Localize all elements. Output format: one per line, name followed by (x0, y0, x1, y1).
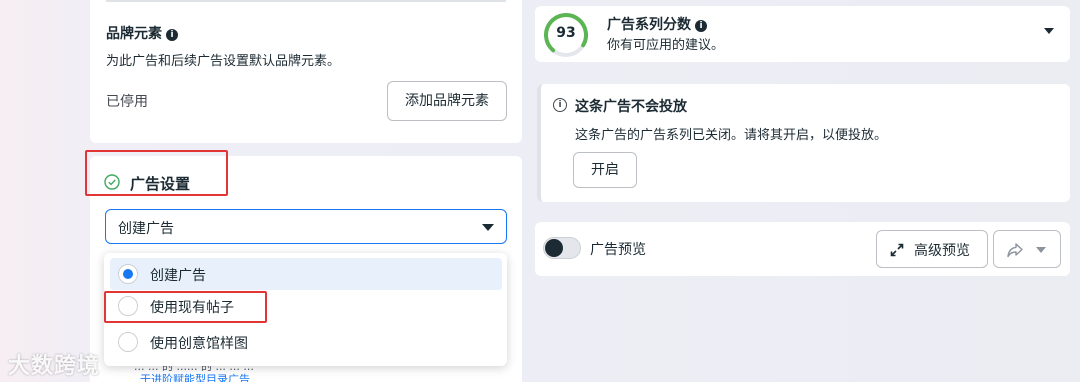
highlight-box-existing-post (104, 291, 267, 323)
ad-preview-bar: 广告预览 高级预览 (535, 222, 1070, 276)
advanced-preview-label: 高级预览 (914, 243, 970, 259)
chevron-down-icon (1036, 247, 1046, 253)
info-icon[interactable]: i (695, 20, 707, 32)
brand-elements-status: 已停用 (106, 94, 148, 110)
option-use-creative-hub-mockup[interactable]: 使用创意馆样图 (110, 326, 502, 358)
chevron-down-icon (482, 224, 494, 231)
radio-button[interactable] (118, 264, 138, 284)
campaign-score-card[interactable]: 93 广告系列分数 i 你有可应用的建议。 (535, 6, 1070, 62)
highlight-box-ad-settings (85, 150, 228, 196)
info-icon[interactable]: i (166, 29, 178, 41)
brand-elements-card: 品牌元素 i 为此广告和后续广告设置默认品牌元素。 已停用 添加品牌元素 (90, 0, 522, 143)
ad-setup-select[interactable]: 创建广告 (105, 209, 507, 244)
add-brand-elements-button[interactable]: 添加品牌元素 (387, 81, 507, 121)
campaign-score-value: 93 (556, 25, 576, 41)
option-label: 使用创意馆样图 (150, 336, 248, 352)
watermark-logo: 大数跨境 (8, 354, 101, 379)
expand-icon (890, 243, 904, 257)
truncated-help-link[interactable]: 于进阶赋能型目录广告 (140, 371, 250, 382)
advanced-preview-button[interactable]: 高级预览 (876, 230, 988, 268)
chevron-down-icon[interactable] (1044, 28, 1054, 34)
divider (106, 0, 506, 2)
option-label: 创建广告 (150, 268, 206, 284)
share-menu-button[interactable] (993, 230, 1061, 268)
alert-title: 这条广告不会投放 (575, 99, 687, 115)
share-icon (1007, 243, 1023, 258)
campaign-score-title-text: 广告系列分数 (607, 17, 691, 33)
alert-description: 这条广告的广告系列已关闭。请将其开启，以便投放。 (575, 128, 888, 143)
option-create-ad[interactable]: 创建广告 (110, 258, 502, 290)
info-icon: i (553, 98, 567, 112)
radio-button[interactable] (118, 332, 138, 352)
campaign-score-subtitle: 你有可应用的建议。 (607, 38, 725, 53)
enable-button[interactable]: 开启 (573, 152, 637, 188)
ad-setup-select-value: 创建广告 (118, 221, 174, 237)
campaign-score-title: 广告系列分数 i (607, 14, 707, 34)
ad-preview-toggle[interactable] (543, 237, 581, 259)
toggle-knob (545, 239, 563, 257)
ad-preview-label: 广告预览 (590, 242, 646, 258)
brand-elements-title-text: 品牌元素 (106, 26, 162, 42)
brand-elements-title: 品牌元素 i (106, 23, 178, 43)
delivery-alert-card: i 这条广告不会投放 这条广告的广告系列已关闭。请将其开启，以便投放。 开启 (537, 84, 1070, 202)
brand-elements-description: 为此广告和后续广告设置默认品牌元素。 (106, 54, 341, 69)
